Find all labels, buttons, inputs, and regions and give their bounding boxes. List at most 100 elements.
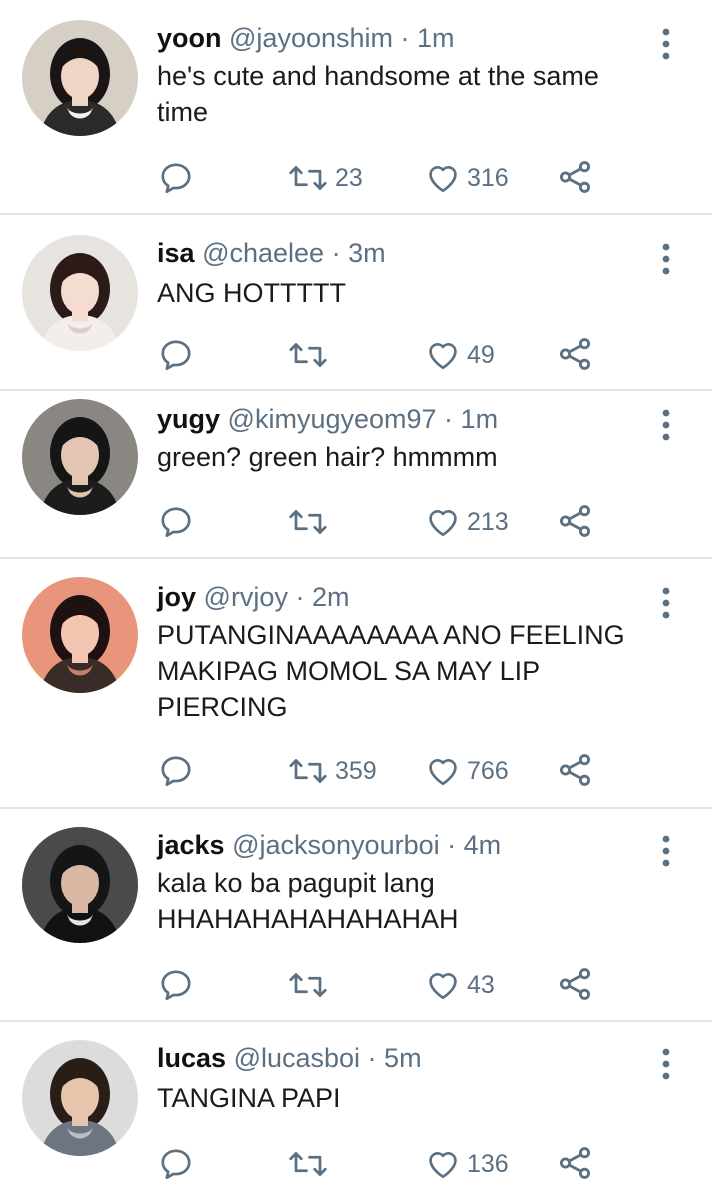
heart-icon — [425, 1146, 461, 1182]
more-vertical-icon[interactable] — [648, 583, 684, 623]
separator: · — [360, 1043, 385, 1073]
retweet-icon — [287, 967, 329, 1003]
reply-button[interactable] — [158, 751, 194, 791]
like-count: 213 — [467, 507, 509, 536]
display-name[interactable]: isa — [157, 238, 195, 268]
more-vertical-icon[interactable] — [648, 24, 684, 64]
display-name[interactable]: yoon — [157, 23, 222, 53]
share-icon — [556, 965, 594, 1003]
tweet-lucas[interactable]: lucas @lucasboi · 5m TANGINA PAPI 136 — [0, 1022, 712, 1200]
retweet-button[interactable]: 359 — [287, 751, 377, 791]
reply-button[interactable] — [158, 965, 194, 1005]
tweet-text: kala ko ba pagupit lang HHAHAHAHAHAHAHAH — [157, 868, 459, 934]
retweet-button[interactable] — [287, 1144, 335, 1184]
separator: · — [439, 830, 464, 860]
heart-icon — [425, 967, 461, 1003]
like-button[interactable]: 213 — [425, 502, 509, 542]
avatar[interactable] — [22, 235, 138, 351]
tweet-feed: yoon @jayoonshim · 1m he's cute and hands… — [0, 0, 712, 1200]
like-button[interactable]: 136 — [425, 1144, 509, 1184]
tweet-text: green? green hair? hmmmm — [157, 442, 498, 472]
share-button[interactable] — [556, 501, 594, 541]
retweet-button[interactable] — [287, 502, 335, 542]
tweet-yoon[interactable]: yoon @jayoonshim · 1m he's cute and hands… — [0, 0, 712, 215]
reply-button[interactable] — [158, 502, 194, 542]
like-button[interactable]: 766 — [425, 751, 509, 791]
share-button[interactable] — [556, 334, 594, 374]
like-button[interactable]: 49 — [425, 335, 495, 375]
retweet-icon — [287, 1146, 329, 1182]
avatar[interactable] — [22, 577, 138, 693]
tweet-isa[interactable]: isa @chaelee · 3m ANG HOTTTTT 49 — [0, 215, 712, 391]
more-vertical-icon[interactable] — [648, 831, 684, 871]
share-icon — [556, 751, 594, 789]
tweet-text: PUTANGINAAAAAAAA ANO FEELING MAKIPAG MOM… — [157, 620, 625, 722]
reply-icon — [158, 337, 194, 373]
tweet-header: isa @chaelee · 3m — [157, 237, 386, 269]
tweet-yugy[interactable]: yugy @kimyugyeom97 · 1m green? green hair… — [0, 391, 712, 559]
heart-icon — [425, 504, 461, 540]
retweet-count: 359 — [335, 756, 377, 785]
timestamp[interactable]: 5m — [384, 1043, 422, 1073]
tweet-header: jacks @jacksonyourboi · 4m — [157, 829, 501, 861]
timestamp[interactable]: 4m — [464, 830, 502, 860]
retweet-icon — [287, 337, 329, 373]
timestamp[interactable]: 3m — [348, 238, 386, 268]
avatar[interactable] — [22, 1040, 138, 1156]
like-button[interactable]: 316 — [425, 158, 509, 198]
heart-icon — [425, 160, 461, 196]
tweet-header: joy @rvjoy · 2m — [157, 581, 349, 613]
share-button[interactable] — [556, 157, 594, 197]
share-icon — [556, 335, 594, 373]
reply-icon — [158, 967, 194, 1003]
like-button[interactable]: 43 — [425, 965, 495, 1005]
tweet-text: he's cute and handsome at the same time — [157, 61, 599, 127]
display-name[interactable]: jacks — [157, 830, 225, 860]
display-name[interactable]: joy — [157, 582, 196, 612]
timestamp[interactable]: 1m — [461, 404, 499, 434]
user-handle[interactable]: @rvjoy — [204, 582, 288, 612]
reply-button[interactable] — [158, 1144, 194, 1184]
reply-icon — [158, 1146, 194, 1182]
reply-icon — [158, 504, 194, 540]
share-icon — [556, 158, 594, 196]
reply-button[interactable] — [158, 335, 194, 375]
share-button[interactable] — [556, 1143, 594, 1183]
reply-icon — [158, 160, 194, 196]
more-vertical-icon[interactable] — [648, 405, 684, 445]
reply-button[interactable] — [158, 158, 194, 198]
like-count: 49 — [467, 340, 495, 369]
share-button[interactable] — [556, 964, 594, 1004]
tweet-joy[interactable]: joy @rvjoy · 2m PUTANGINAAAAAAAA ANO FEEL… — [0, 559, 712, 809]
avatar[interactable] — [22, 20, 138, 136]
tweet-header: lucas @lucasboi · 5m — [157, 1042, 422, 1074]
tweet-header: yoon @jayoonshim · 1m — [157, 22, 455, 54]
user-handle[interactable]: @jacksonyourboi — [232, 830, 440, 860]
user-handle[interactable]: @chaelee — [202, 238, 324, 268]
retweet-button[interactable]: 23 — [287, 158, 363, 198]
user-handle[interactable]: @jayoonshim — [229, 23, 393, 53]
user-handle[interactable]: @lucasboi — [234, 1043, 360, 1073]
more-vertical-icon[interactable] — [648, 239, 684, 279]
user-handle[interactable]: @kimyugyeom97 — [228, 404, 437, 434]
share-icon — [556, 1144, 594, 1182]
reply-icon — [158, 753, 194, 789]
display-name[interactable]: yugy — [157, 404, 220, 434]
separator: · — [287, 582, 312, 612]
timestamp[interactable]: 2m — [312, 582, 350, 612]
avatar[interactable] — [22, 827, 138, 943]
retweet-icon — [287, 753, 329, 789]
like-count: 316 — [467, 163, 509, 192]
retweet-icon — [287, 504, 329, 540]
avatar[interactable] — [22, 399, 138, 515]
tweet-jacks[interactable]: jacks @jacksonyourboi · 4m kala ko ba pag… — [0, 809, 712, 1022]
timestamp[interactable]: 1m — [417, 23, 455, 53]
display-name[interactable]: lucas — [157, 1043, 226, 1073]
retweet-button[interactable] — [287, 335, 335, 375]
retweet-button[interactable] — [287, 965, 335, 1005]
more-vertical-icon[interactable] — [648, 1044, 684, 1084]
tweet-header: yugy @kimyugyeom97 · 1m — [157, 403, 498, 435]
retweet-count: 23 — [335, 163, 363, 192]
share-button[interactable] — [556, 750, 594, 790]
heart-icon — [425, 337, 461, 373]
